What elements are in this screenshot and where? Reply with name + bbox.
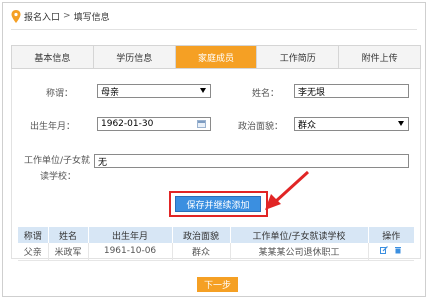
cell-birth: 1961-10-06 bbox=[88, 243, 173, 261]
annotation-arrow-icon bbox=[265, 170, 310, 210]
political-select[interactable]: 群众 bbox=[294, 117, 409, 131]
save-and-continue-button[interactable]: 保存并继续添加 bbox=[175, 196, 261, 212]
step-tabs: 基本信息 学历信息 家庭成员 工作简历 附件上传 bbox=[11, 45, 421, 69]
birth-value: 1962-01-30 bbox=[101, 119, 154, 129]
workplace-input[interactable]: 无 bbox=[94, 154, 409, 168]
col-workplace: 工作单位/子女就读学校 bbox=[230, 227, 369, 243]
breadcrumb-current: 填写信息 bbox=[73, 12, 110, 23]
calendar-icon[interactable] bbox=[197, 120, 206, 128]
family-table: 称谓 姓名 出生年月 政治面貌 工作单位/子女就读学校 操作 父亲 米政军 19… bbox=[18, 227, 414, 261]
breadcrumb: 报名入口 > 填写信息 bbox=[11, 9, 110, 23]
col-birth: 出生年月 bbox=[88, 227, 173, 243]
political-label: 政治面貌： bbox=[238, 122, 284, 132]
col-name: 姓名 bbox=[48, 227, 89, 243]
dropdown-arrow-icon bbox=[398, 121, 404, 126]
relation-value: 母亲 bbox=[101, 87, 120, 98]
cell-actions bbox=[368, 243, 414, 261]
political-value: 群众 bbox=[298, 120, 317, 131]
col-political: 政治面貌 bbox=[172, 227, 231, 243]
col-relation: 称谓 bbox=[18, 227, 49, 243]
tab-education[interactable]: 学历信息 bbox=[94, 46, 176, 68]
dropdown-arrow-icon bbox=[200, 88, 206, 93]
workplace-label-line2: 读学校： bbox=[40, 172, 77, 182]
workplace-value: 无 bbox=[98, 157, 108, 168]
table-header-row: 称谓 姓名 出生年月 政治面貌 工作单位/子女就读学校 操作 bbox=[18, 227, 414, 243]
tab-basic-info[interactable]: 基本信息 bbox=[12, 46, 94, 68]
relation-label: 称谓： bbox=[46, 89, 74, 99]
location-pin-icon bbox=[11, 9, 21, 23]
birth-label: 出生年月： bbox=[30, 122, 76, 132]
workplace-label-line1: 工作单位/子女就 bbox=[24, 156, 91, 166]
cell-workplace: 某某某公司退休职工 bbox=[230, 243, 369, 261]
relation-select[interactable]: 母亲 bbox=[97, 84, 211, 98]
next-step-button[interactable]: 下一步 bbox=[197, 277, 238, 292]
table-row: 父亲 米政军 1961-10-06 群众 某某某公司退休职工 bbox=[18, 243, 414, 261]
name-label: 姓名： bbox=[252, 89, 280, 99]
header-divider bbox=[11, 29, 417, 30]
name-input[interactable]: 李无垠 bbox=[294, 84, 409, 98]
name-value: 李无垠 bbox=[298, 87, 326, 98]
save-button-highlight: 保存并继续添加 bbox=[169, 191, 268, 217]
tab-family-members[interactable]: 家庭成员 bbox=[175, 46, 258, 68]
cell-relation: 父亲 bbox=[18, 243, 49, 261]
page-frame: 报名入口 > 填写信息 基本信息 学历信息 家庭成员 工作简历 附件上传 称谓：… bbox=[2, 2, 426, 297]
breadcrumb-separator: > bbox=[63, 11, 71, 21]
delete-icon[interactable] bbox=[394, 246, 402, 254]
birth-date-input[interactable]: 1962-01-30 bbox=[97, 117, 211, 131]
col-actions: 操作 bbox=[368, 227, 414, 243]
tab-work-history[interactable]: 工作简历 bbox=[257, 46, 340, 68]
cell-political: 群众 bbox=[172, 243, 231, 261]
tab-attachments[interactable]: 附件上传 bbox=[339, 46, 420, 68]
breadcrumb-home[interactable]: 报名入口 bbox=[24, 10, 60, 23]
cell-name: 米政军 bbox=[48, 243, 89, 261]
edit-icon[interactable] bbox=[380, 245, 389, 254]
